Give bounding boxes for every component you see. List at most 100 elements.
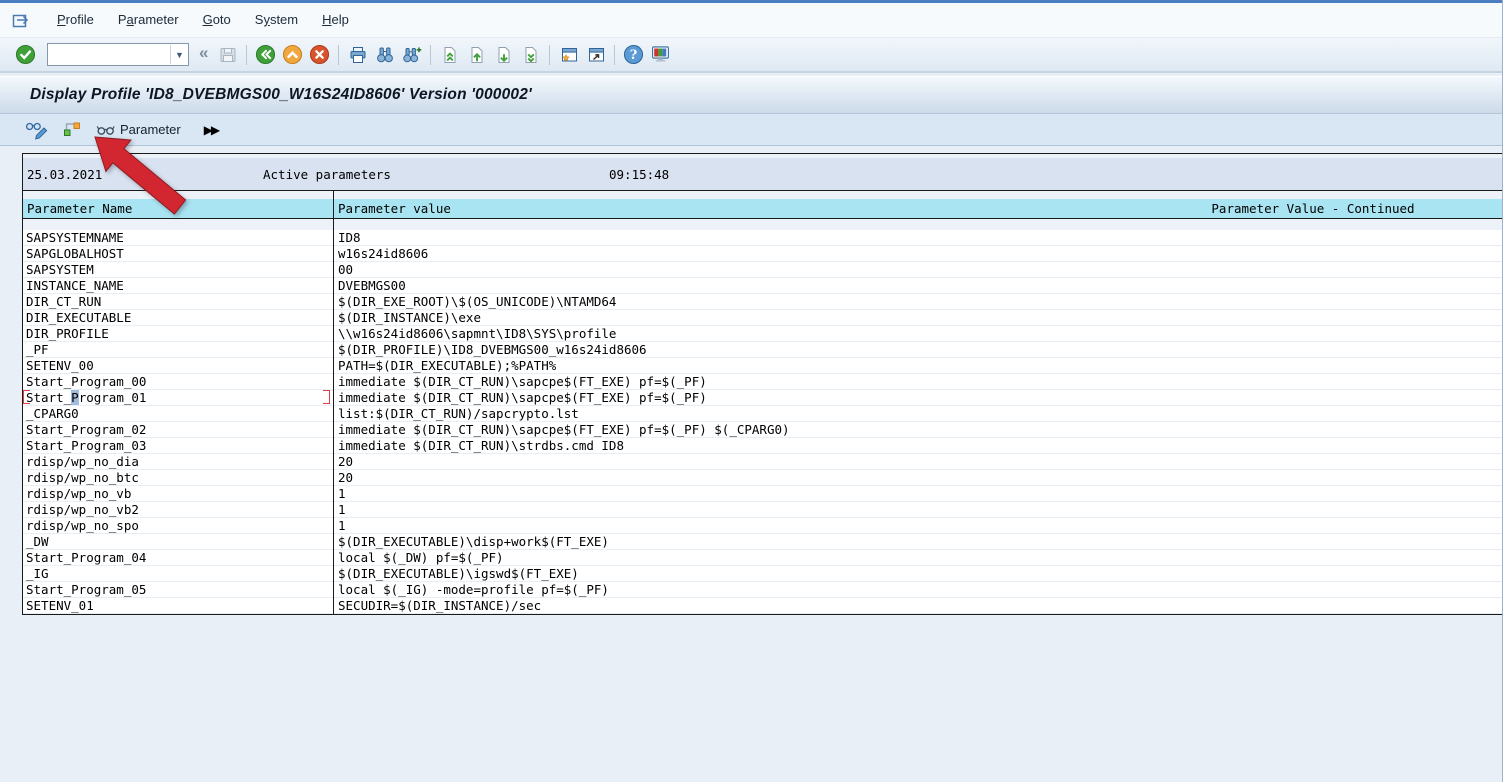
parameter-name-cell[interactable]: SETENV_00 bbox=[23, 358, 333, 373]
table-row[interactable]: SAPSYSTEM00 bbox=[23, 262, 1503, 278]
parameter-value-cell[interactable]: $(DIR_PROFILE)\ID8_DVEBMGS00_w16s24id860… bbox=[333, 342, 1503, 357]
parameter-value-cell[interactable]: immediate $(DIR_CT_RUN)\strdbs.cmd ID8 bbox=[333, 438, 1503, 453]
parameter-value-cell[interactable]: \\w16s24id8606\sapmnt\ID8\SYS\profile bbox=[333, 326, 1503, 341]
parameter-value-cell[interactable]: 20 bbox=[333, 454, 1503, 469]
print-button[interactable] bbox=[344, 42, 371, 67]
parameter-name-cell[interactable]: Start_Program_02 bbox=[23, 422, 333, 437]
table-row[interactable]: DIR_PROFILE\\w16s24id8606\sapmnt\ID8\SYS… bbox=[23, 326, 1503, 342]
parameter-value-cell[interactable]: $(DIR_EXE_ROOT)\$(OS_UNICODE)\NTAMD64 bbox=[333, 294, 1503, 309]
parameter-value-cell[interactable]: 1 bbox=[333, 502, 1503, 517]
parameter-value-cell[interactable]: 1 bbox=[333, 518, 1503, 533]
cancel-button[interactable] bbox=[306, 42, 333, 67]
table-row[interactable]: rdisp/wp_no_vb21 bbox=[23, 502, 1503, 518]
table-row[interactable]: rdisp/wp_no_btc20 bbox=[23, 470, 1503, 486]
parameter-name-cell[interactable]: DIR_EXECUTABLE bbox=[23, 310, 333, 325]
previous-page-button[interactable] bbox=[463, 42, 490, 67]
table-row[interactable]: _CPARG0list:$(DIR_CT_RUN)/sapcrypto.lst bbox=[23, 406, 1503, 422]
exit-button[interactable] bbox=[279, 42, 306, 67]
parameter-name-cell[interactable]: _PF bbox=[23, 342, 333, 357]
parameter-name-cell[interactable]: _IG bbox=[23, 566, 333, 581]
parameter-value-cell[interactable]: 1 bbox=[333, 486, 1503, 501]
display-change-button[interactable] bbox=[20, 118, 53, 142]
table-row[interactable]: Start_Program_02immediate $(DIR_CT_RUN)\… bbox=[23, 422, 1503, 438]
table-row[interactable]: DIR_CT_RUN$(DIR_EXE_ROOT)\$(OS_UNICODE)\… bbox=[23, 294, 1503, 310]
parameter-name-cell[interactable]: SETENV_01 bbox=[23, 598, 333, 613]
command-dropdown-icon[interactable]: ▼ bbox=[170, 45, 188, 64]
parameter-name-cell[interactable]: INSTANCE_NAME bbox=[23, 278, 333, 293]
parameter-name-cell[interactable]: rdisp/wp_no_btc bbox=[23, 470, 333, 485]
menu-item-parameter[interactable]: Parameter bbox=[106, 8, 191, 31]
command-input[interactable] bbox=[48, 46, 170, 63]
menu-item-help[interactable]: Help bbox=[310, 8, 361, 31]
table-row[interactable]: _DW$(DIR_EXECUTABLE)\disp+work$(FT_EXE) bbox=[23, 534, 1503, 550]
menu-item-system[interactable]: System bbox=[243, 8, 310, 31]
menu-item-goto[interactable]: Goto bbox=[191, 8, 243, 31]
table-row[interactable]: Start_Program_04local $(_DW) pf=$(_PF) bbox=[23, 550, 1503, 566]
table-row[interactable]: Start_Program_00immediate $(DIR_CT_RUN)\… bbox=[23, 374, 1503, 390]
parameter-name-cell[interactable]: _DW bbox=[23, 534, 333, 549]
parameter-value-cell[interactable]: SECUDIR=$(DIR_INSTANCE)/sec bbox=[333, 598, 1503, 613]
system-menu-icon[interactable] bbox=[12, 12, 31, 28]
parameter-value-cell[interactable]: w16s24id8606 bbox=[333, 246, 1503, 261]
table-row[interactable]: _IG$(DIR_EXECUTABLE)\igswd$(FT_EXE) bbox=[23, 566, 1503, 582]
parameter-value-cell[interactable]: DVEBMGS00 bbox=[333, 278, 1503, 293]
parameter-name-cell[interactable]: rdisp/wp_no_spo bbox=[23, 518, 333, 533]
parameter-name-cell[interactable]: DIR_CT_RUN bbox=[23, 294, 333, 309]
parameter-name-cell[interactable]: SAPGLOBALHOST bbox=[23, 246, 333, 261]
parameter-value-cell[interactable]: $(DIR_INSTANCE)\exe bbox=[333, 310, 1503, 325]
table-row[interactable]: rdisp/wp_no_vb1 bbox=[23, 486, 1503, 502]
table-row[interactable]: SAPSYSTEMNAMEID8 bbox=[23, 230, 1503, 246]
enter-button[interactable] bbox=[12, 42, 39, 67]
back-button[interactable] bbox=[252, 42, 279, 67]
parameter-name-cell[interactable]: SAPSYSTEM bbox=[23, 262, 333, 277]
find-button[interactable] bbox=[371, 42, 398, 67]
parameter-name-cell[interactable]: SAPSYSTEMNAME bbox=[23, 230, 333, 245]
menu-item-profile[interactable]: Profile bbox=[45, 8, 106, 31]
table-row[interactable]: SAPGLOBALHOSTw16s24id8606 bbox=[23, 246, 1503, 262]
parameter-value-cell[interactable]: 00 bbox=[333, 262, 1503, 277]
table-row[interactable]: Start_Program_03immediate $(DIR_CT_RUN)\… bbox=[23, 438, 1503, 454]
table-row[interactable]: INSTANCE_NAMEDVEBMGS00 bbox=[23, 278, 1503, 294]
parameter-name-cell[interactable]: rdisp/wp_no_vb bbox=[23, 486, 333, 501]
parameter-value-cell[interactable]: local $(_DW) pf=$(_PF) bbox=[333, 550, 1503, 565]
save-button[interactable] bbox=[214, 42, 241, 67]
parameter-value-cell[interactable]: $(DIR_EXECUTABLE)\igswd$(FT_EXE) bbox=[333, 566, 1503, 581]
command-field[interactable]: ▼ bbox=[47, 43, 189, 66]
parameter-name-cell[interactable]: Start_Program_00 bbox=[23, 374, 333, 389]
first-page-button[interactable] bbox=[436, 42, 463, 67]
table-row[interactable]: rdisp/wp_no_dia20 bbox=[23, 454, 1503, 470]
find-next-button[interactable] bbox=[398, 42, 425, 67]
parameter-value-cell[interactable]: immediate $(DIR_CT_RUN)\sapcpe$(FT_EXE) … bbox=[333, 374, 1503, 389]
parameter-value-cell[interactable]: $(DIR_EXECUTABLE)\disp+work$(FT_EXE) bbox=[333, 534, 1503, 549]
parameter-name-cell[interactable]: DIR_PROFILE bbox=[23, 326, 333, 341]
table-row[interactable]: SETENV_00PATH=$(DIR_EXECUTABLE);%PATH% bbox=[23, 358, 1503, 374]
table-row[interactable]: _PF$(DIR_PROFILE)\ID8_DVEBMGS00_w16s24id… bbox=[23, 342, 1503, 358]
last-page-button[interactable] bbox=[517, 42, 544, 67]
parameter-value-cell[interactable]: immediate $(DIR_CT_RUN)\sapcpe$(FT_EXE) … bbox=[333, 422, 1503, 437]
parameter-name-cell[interactable]: Start_Program_04 bbox=[23, 550, 333, 565]
parameter-value-cell[interactable]: immediate $(DIR_CT_RUN)\sapcpe$(FT_EXE) … bbox=[333, 390, 1503, 405]
parameter-value-cell[interactable]: list:$(DIR_CT_RUN)/sapcrypto.lst bbox=[333, 406, 1503, 421]
parameter-name-cell[interactable]: Start_Program_03 bbox=[23, 438, 333, 453]
collapse-icon[interactable]: « bbox=[197, 43, 214, 66]
next-page-button[interactable] bbox=[490, 42, 517, 67]
table-row[interactable]: Start_Program_05local $(_IG) -mode=profi… bbox=[23, 582, 1503, 598]
create-shortcut-button[interactable] bbox=[582, 42, 609, 67]
help-button[interactable]: ? bbox=[620, 42, 647, 67]
table-row[interactable]: rdisp/wp_no_spo1 bbox=[23, 518, 1503, 534]
parameter-name-cell[interactable]: rdisp/wp_no_dia bbox=[23, 454, 333, 469]
parameter-value-cell[interactable]: ID8 bbox=[333, 230, 1503, 245]
parameter-name-cell[interactable]: rdisp/wp_no_vb2 bbox=[23, 502, 333, 517]
new-session-button[interactable] bbox=[555, 42, 582, 67]
parameter-value-cell[interactable]: 20 bbox=[333, 470, 1503, 485]
parameter-name-cell[interactable]: Start_Program_01 bbox=[23, 390, 333, 405]
table-row[interactable]: SETENV_01SECUDIR=$(DIR_INSTANCE)/sec bbox=[23, 598, 1503, 614]
more-functions-button[interactable]: ▶▶ bbox=[204, 123, 218, 137]
parameter-value-cell[interactable]: PATH=$(DIR_EXECUTABLE);%PATH% bbox=[333, 358, 1503, 373]
table-row[interactable]: DIR_EXECUTABLE$(DIR_INSTANCE)\exe bbox=[23, 310, 1503, 326]
parameter-name-cell[interactable]: Start_Program_05 bbox=[23, 582, 333, 597]
customize-layout-button[interactable] bbox=[647, 42, 674, 67]
parameter-value-cell[interactable]: local $(_IG) -mode=profile pf=$(_PF) bbox=[333, 582, 1503, 597]
table-row[interactable]: Start_Program_01immediate $(DIR_CT_RUN)\… bbox=[23, 390, 1503, 406]
parameter-name-cell[interactable]: _CPARG0 bbox=[23, 406, 333, 421]
